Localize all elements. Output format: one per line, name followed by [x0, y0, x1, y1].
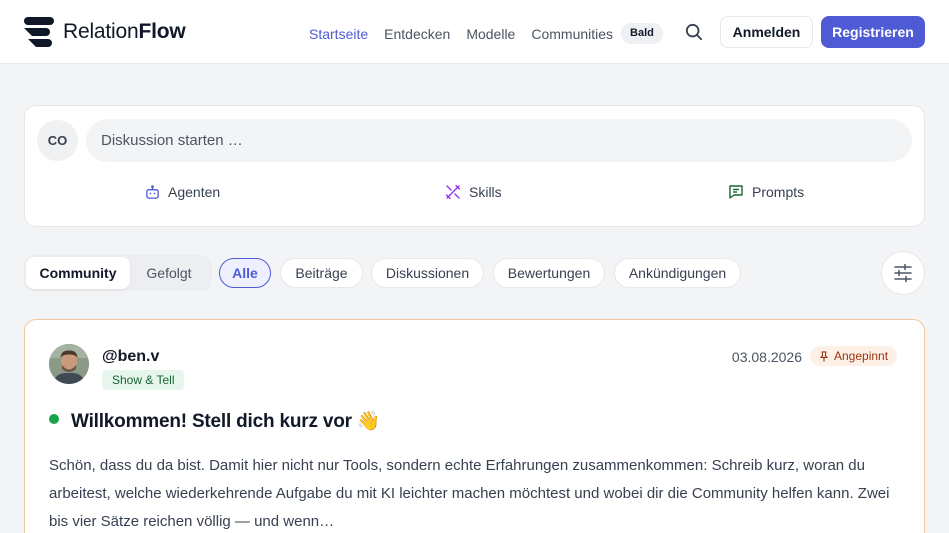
- logo-text-strong: Flow: [138, 20, 186, 43]
- nav-item-communities[interactable]: Communities: [531, 26, 613, 42]
- register-button[interactable]: Registrieren: [821, 16, 925, 48]
- post-body: Schön, dass du da bist. Damit hier nicht…: [49, 457, 890, 530]
- author-avatar[interactable]: [49, 344, 89, 384]
- search-button[interactable]: [682, 20, 706, 44]
- pinned-badge: Angepinnt: [810, 346, 898, 366]
- tools-icon: [445, 184, 461, 200]
- prompts-button[interactable]: Prompts: [728, 184, 804, 200]
- tab-gefolgt[interactable]: Gefolgt: [132, 257, 206, 289]
- post-date: 03.08.2026: [731, 349, 802, 365]
- composer-card: CO Agenten Skills Prompts: [24, 105, 925, 227]
- relationflow-logo-icon: [24, 16, 56, 48]
- discussion-input[interactable]: [86, 119, 912, 162]
- robot-icon: [146, 184, 159, 199]
- post-category-tag[interactable]: Show & Tell: [102, 370, 185, 390]
- post-author[interactable]: @ben.v: [102, 348, 159, 366]
- nav-item-entdecken[interactable]: Entdecken: [384, 26, 450, 42]
- prompts-label: Prompts: [752, 184, 805, 200]
- chat-icon: [729, 185, 743, 199]
- filter-chip-ankuendigungen[interactable]: Ankündigungen: [614, 258, 741, 288]
- post-title[interactable]: Willkommen! Stell dich kurz vor 👋: [71, 409, 381, 433]
- filter-chip-alle[interactable]: Alle: [219, 258, 271, 288]
- avatar[interactable]: CO: [37, 120, 78, 161]
- login-button[interactable]: Anmelden: [720, 16, 813, 48]
- agents-button[interactable]: Agenten: [145, 184, 220, 200]
- agents-label: Agenten: [168, 184, 221, 200]
- pinned-label: Angepinnt: [834, 349, 889, 363]
- skills-button[interactable]: Skills: [445, 184, 502, 200]
- nav-item-modelle[interactable]: Modelle: [466, 26, 515, 42]
- main-nav: Startseite Entdecken Modelle Communities…: [309, 23, 663, 44]
- soon-badge: Bald: [621, 23, 663, 44]
- logo-text-prefix: Relation: [63, 20, 139, 43]
- online-status-dot: [49, 414, 59, 424]
- filter-chip-bewertungen[interactable]: Bewertungen: [493, 258, 605, 288]
- tab-community[interactable]: Community: [26, 257, 130, 289]
- feed-tabs: Community Gefolgt: [24, 255, 212, 291]
- top-navigation-bar: RelationFlow Startseite Entdecken Modell…: [0, 0, 949, 64]
- filter-chip-diskussionen[interactable]: Diskussionen: [371, 258, 484, 288]
- skills-label: Skills: [469, 184, 502, 200]
- logo[interactable]: RelationFlow: [24, 16, 186, 48]
- pin-icon: [820, 350, 828, 362]
- post-card[interactable]: @ben.v Show & Tell 03.08.2026 Angepinnt …: [24, 319, 925, 533]
- logo-wordmark: RelationFlow: [63, 20, 186, 44]
- filter-settings-button[interactable]: [881, 251, 925, 295]
- nav-item-startseite[interactable]: Startseite: [309, 26, 368, 42]
- filter-chip-beitraege[interactable]: Beiträge: [280, 258, 363, 288]
- search-icon: [685, 23, 703, 41]
- sliders-icon: [894, 263, 912, 283]
